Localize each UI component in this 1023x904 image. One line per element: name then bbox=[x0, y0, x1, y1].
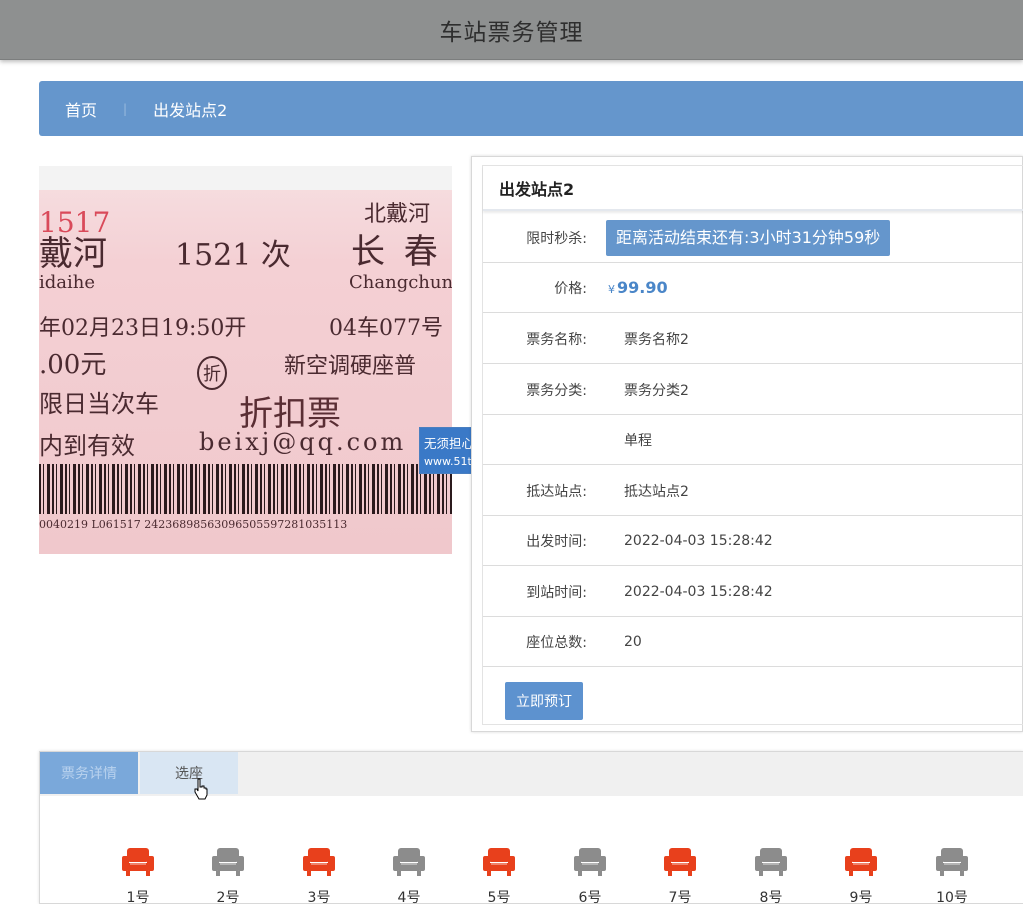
seat-8[interactable]: 8号 bbox=[751, 847, 791, 904]
seat-icon bbox=[303, 848, 335, 876]
price-row: 价格: ¥99.90 bbox=[483, 263, 1023, 313]
detail-row-label: 抵达站点: bbox=[526, 483, 587, 500]
book-button-row: 立即预订 bbox=[483, 676, 1023, 726]
seat-icon bbox=[212, 848, 244, 876]
seat-icon bbox=[664, 848, 696, 876]
ticket-train-number: 1521 次 bbox=[175, 238, 291, 273]
price-label: 价格: bbox=[554, 280, 587, 297]
seat-icon bbox=[936, 848, 968, 876]
seat-9[interactable]: 9号 bbox=[841, 847, 881, 904]
ticket-valid-range: 内到有效 bbox=[39, 432, 135, 460]
detail-row-value: 2022-04-03 15:28:42 bbox=[624, 532, 773, 549]
ticket-seat-type: 新空调硬座普 bbox=[284, 354, 417, 379]
ticket-detail-inner: 出发站点2 限时秒杀: 距离活动结束还有:3小时31分钟59秒 价格: ¥99.… bbox=[482, 165, 1023, 725]
seat-number: 4号 bbox=[397, 890, 421, 904]
seat-4[interactable]: 4号 bbox=[389, 847, 429, 904]
tabs-panel: 票务详情 选座 1号 2号 3号 4号 5号 6号 7号 8号 9号 10号 bbox=[39, 751, 1023, 904]
detail-row-value: 2022-04-03 15:28:42 bbox=[624, 583, 773, 600]
detail-title: 出发站点2 bbox=[483, 166, 1023, 211]
detail-row-label: 到站时间: bbox=[526, 584, 587, 601]
seat-number: 5号 bbox=[487, 890, 511, 904]
detail-row-label: 座位总数: bbox=[526, 634, 587, 651]
seat-icon bbox=[845, 848, 877, 876]
seat-1[interactable]: 1号 bbox=[118, 847, 158, 904]
seat-number: 9号 bbox=[849, 890, 873, 904]
detail-row-value: 票务名称2 bbox=[624, 331, 689, 348]
seat-3[interactable]: 3号 bbox=[299, 847, 339, 904]
seat-2[interactable]: 2号 bbox=[208, 847, 248, 904]
ticket-price: .00元 bbox=[39, 350, 107, 380]
detail-row-label: 票务名称: bbox=[526, 331, 587, 348]
ticket-barcode bbox=[39, 464, 452, 514]
detail-row: 单程 bbox=[483, 415, 1023, 465]
seat-icon bbox=[483, 848, 515, 876]
ticket-serial: 0040219 L061517 242368985630965055972810… bbox=[39, 518, 348, 531]
currency-symbol: ¥ bbox=[608, 283, 615, 296]
detail-row-value: 抵达站点2 bbox=[624, 483, 689, 500]
detail-row-label: 票务分类: bbox=[526, 382, 587, 399]
breadcrumb-home-link[interactable]: 首页 bbox=[65, 97, 97, 121]
detail-row: 座位总数: 20 bbox=[483, 617, 1023, 667]
seat-7[interactable]: 7号 bbox=[660, 847, 700, 904]
seat-number: 8号 bbox=[759, 890, 783, 904]
seat-10[interactable]: 10号 bbox=[932, 847, 972, 904]
ticket-seat: 04车077号 bbox=[329, 316, 443, 341]
detail-row-value: 票务分类2 bbox=[624, 382, 689, 399]
tab-select-seat[interactable]: 选座 bbox=[140, 752, 238, 794]
detail-row-value: 单程 bbox=[624, 432, 652, 449]
ticket-image: 1517 戴河 1521 次 北戴河 长 春 idaihe Changchun … bbox=[39, 166, 452, 554]
ticket-image-top-strip bbox=[39, 166, 452, 190]
seat-number: 7号 bbox=[668, 890, 692, 904]
ticket-datetime: 年02月23日19:50开 bbox=[39, 316, 247, 341]
price-amount: 99.90 bbox=[617, 278, 668, 297]
detail-row: 票务分类: 票务分类2 bbox=[483, 365, 1023, 415]
seat-6[interactable]: 6号 bbox=[570, 847, 610, 904]
ticket-to-pinyin: Changchun bbox=[349, 272, 452, 293]
ticket-detail-panel: 出发站点2 限时秒杀: 距离活动结束还有:3小时31分钟59秒 价格: ¥99.… bbox=[471, 156, 1023, 732]
detail-row: 抵达站点: 抵达站点2 bbox=[483, 466, 1023, 516]
ticket-to-station: 长 春 bbox=[351, 232, 442, 272]
seat-5[interactable]: 5号 bbox=[479, 847, 519, 904]
seat-icon bbox=[755, 848, 787, 876]
tab-ticket-details[interactable]: 票务详情 bbox=[40, 752, 138, 794]
breadcrumb-current: 出发站点2 bbox=[153, 100, 228, 120]
top-header: 车站票务管理 bbox=[0, 0, 1023, 60]
flash-sale-label: 限时秒杀: bbox=[526, 230, 587, 247]
seat-number: 3号 bbox=[307, 890, 331, 904]
flash-sale-countdown: 距离活动结束还有:3小时31分钟59秒 bbox=[606, 219, 891, 256]
seat-icon bbox=[122, 848, 154, 876]
ticket-email: beixj@qq.com bbox=[199, 428, 407, 456]
pointer-cursor-icon bbox=[194, 778, 208, 800]
ticket-from-station: 戴河 bbox=[39, 234, 107, 274]
app-title: 车站票务管理 bbox=[439, 19, 584, 46]
breadcrumb: 首页 | 出发站点2 bbox=[39, 81, 1023, 136]
detail-row: 到站时间: 2022-04-03 15:28:42 bbox=[483, 567, 1023, 617]
price-value: ¥99.90 bbox=[608, 278, 668, 297]
ticket-valid-note: 限日当次车 bbox=[39, 390, 159, 418]
tab-header: 票务详情 选座 bbox=[40, 752, 1023, 796]
seat-icon bbox=[574, 848, 606, 876]
seat-number: 1号 bbox=[126, 890, 150, 904]
detail-row-value: 20 bbox=[624, 633, 642, 650]
seat-number: 6号 bbox=[578, 890, 602, 904]
seat-number: 2号 bbox=[216, 890, 240, 904]
seat-number: 10号 bbox=[936, 890, 968, 904]
ticket-from-pinyin: idaihe bbox=[39, 272, 96, 293]
detail-row: 出发时间: 2022-04-03 15:28:42 bbox=[483, 516, 1023, 566]
seat-grid: 1号 2号 3号 4号 5号 6号 7号 8号 9号 10号 bbox=[40, 847, 1023, 904]
ticket-discount-seal: 折 bbox=[197, 356, 227, 390]
flash-sale-row: 限时秒杀: 距离活动结束还有:3小时31分钟59秒 bbox=[483, 213, 1023, 263]
breadcrumb-separator: | bbox=[123, 101, 128, 116]
seat-icon bbox=[393, 848, 425, 876]
detail-row-label: 出发时间: bbox=[526, 533, 587, 550]
detail-row: 票务名称: 票务名称2 bbox=[483, 314, 1023, 364]
book-now-button[interactable]: 立即预订 bbox=[505, 682, 583, 720]
